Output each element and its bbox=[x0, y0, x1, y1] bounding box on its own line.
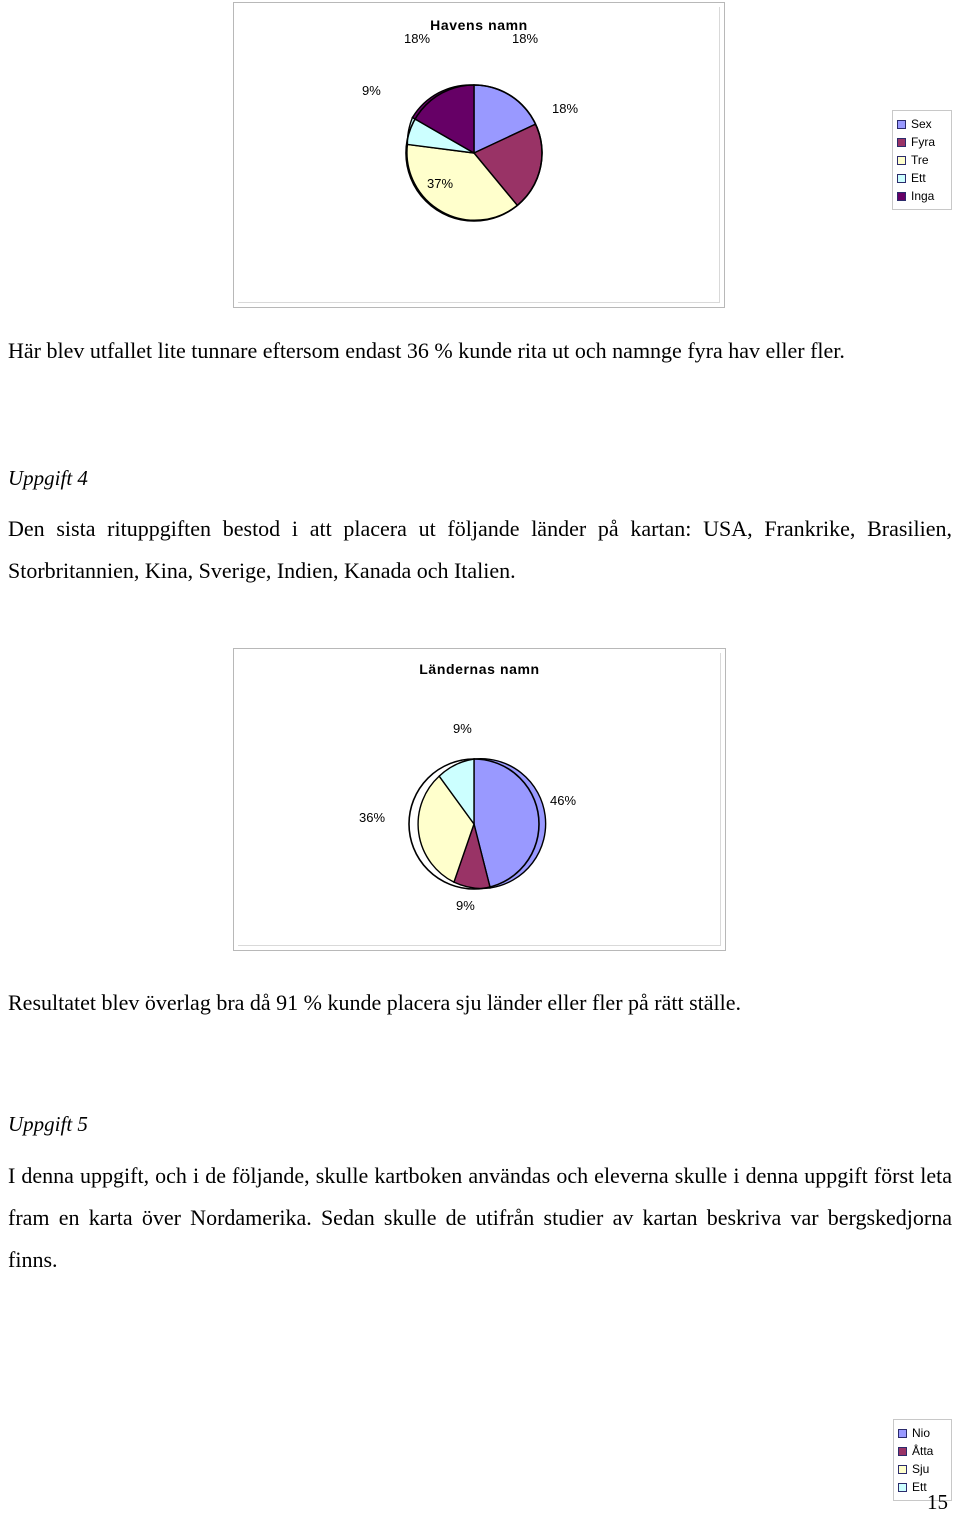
legend-item-atta: Åtta bbox=[898, 1442, 945, 1460]
pie-label-ett: 9% bbox=[453, 721, 472, 736]
pie-label-inga: 18% bbox=[404, 31, 431, 46]
legend-swatch-icon-ett bbox=[897, 173, 906, 183]
legend-label-nio: Nio bbox=[912, 1426, 931, 1440]
legend-swatch-icon-sju bbox=[898, 1464, 907, 1474]
legend-label-ett: Ett bbox=[911, 171, 926, 185]
heading-uppgift-5: Uppgift 5 bbox=[8, 1112, 88, 1136]
paragraph-havens-result: Här blev utfallet lite tunnare eftersom … bbox=[8, 338, 845, 363]
legend-label-tre: Tre bbox=[911, 153, 929, 167]
legend-item-sju: Sju bbox=[898, 1460, 945, 1478]
legend-item-inga: Inga bbox=[897, 187, 945, 205]
legend-item-ett: Ett bbox=[897, 169, 945, 187]
legend-label-atta: Åtta bbox=[912, 1444, 934, 1458]
pie-label-nio: 46% bbox=[550, 793, 577, 808]
paragraph-uppgift-5: I denna uppgift, och i de följande, skul… bbox=[8, 1163, 952, 1272]
chart-landernas-namn: Ländernas namn 46% 9% 36% 9% Nio Åtta Sj… bbox=[233, 648, 952, 1501]
paragraph-resultat: Resultatet blev överlag bra då 91 % kund… bbox=[8, 990, 742, 1015]
chart-legend-landernas: Nio Åtta Sju Ett bbox=[893, 1419, 952, 1501]
legend-item-sex: Sex bbox=[897, 115, 945, 133]
legend-label-inga: Inga bbox=[911, 189, 935, 203]
legend-item-tre: Tre bbox=[897, 151, 945, 169]
pie-label-atta: 9% bbox=[456, 898, 475, 913]
pie-label-sex: 18% bbox=[512, 31, 539, 46]
pie-label-tre: 37% bbox=[427, 176, 454, 191]
legend-label-sju: Sju bbox=[912, 1462, 930, 1476]
pie-area-landernas: 46% 9% 36% 9% bbox=[344, 714, 604, 929]
legend-swatch-icon-nio bbox=[898, 1428, 907, 1438]
legend-swatch-icon-sex bbox=[897, 119, 906, 129]
legend-item-nio: Nio bbox=[898, 1424, 945, 1442]
heading-uppgift-4: Uppgift 4 bbox=[8, 466, 88, 490]
legend-label-fyra: Fyra bbox=[911, 135, 935, 149]
legend-swatch-icon-tre bbox=[897, 155, 906, 165]
legend-item-fyra: Fyra bbox=[897, 133, 945, 151]
legend-label-sex: Sex bbox=[911, 117, 932, 131]
legend-label-ett: Ett bbox=[912, 1480, 927, 1494]
paragraph-uppgift-4: Den sista rituppgiften bestod i att plac… bbox=[8, 516, 952, 583]
page-number: 15 bbox=[927, 1490, 948, 1514]
chart-title-landernas: Ländernas namn bbox=[419, 661, 540, 677]
legend-swatch-icon-ett bbox=[898, 1482, 907, 1492]
pie-label-fyra: 18% bbox=[552, 101, 579, 116]
chart-havens-namn: Havens namn 18% 18% 37% 9% 18% Sex Fyra … bbox=[233, 2, 952, 308]
legend-swatch-icon-fyra bbox=[897, 137, 906, 147]
legend-swatch-icon-atta bbox=[898, 1446, 907, 1456]
chart-legend-havens: Sex Fyra Tre Ett Inga bbox=[892, 110, 952, 210]
pie-chart-havens bbox=[405, 84, 543, 222]
pie-label-sju: 36% bbox=[359, 810, 386, 825]
pie-label-ett: 9% bbox=[362, 83, 381, 98]
pie-area-havens: 18% 18% 37% 9% 18% bbox=[344, 23, 604, 253]
legend-swatch-icon-inga bbox=[897, 191, 906, 201]
